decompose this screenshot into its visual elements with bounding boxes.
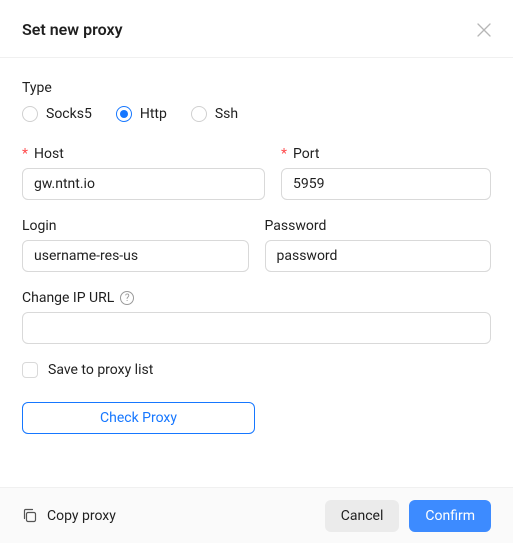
password-input[interactable] — [265, 240, 492, 272]
radio-ssh[interactable]: Ssh — [191, 106, 238, 122]
radio-indicator — [116, 106, 132, 122]
radio-http[interactable]: Http — [116, 106, 167, 122]
close-icon — [477, 23, 491, 37]
checkbox-label: Save to proxy list — [48, 362, 153, 378]
port-label: * Port — [281, 146, 491, 162]
dialog-title: Set new proxy — [22, 20, 123, 39]
radio-label: Http — [140, 106, 167, 122]
change-ip-url-label: Change IP URL ? — [22, 290, 491, 306]
cancel-button[interactable]: Cancel — [325, 500, 400, 532]
radio-label: Socks5 — [46, 106, 92, 122]
radio-socks5[interactable]: Socks5 — [22, 106, 92, 122]
radio-indicator — [22, 106, 38, 122]
radio-indicator — [191, 106, 207, 122]
copy-proxy-label: Copy proxy — [47, 508, 116, 524]
required-asterisk: * — [22, 146, 28, 162]
host-input[interactable] — [22, 168, 265, 200]
radio-label: Ssh — [215, 106, 238, 122]
login-input[interactable] — [22, 240, 249, 272]
check-proxy-button[interactable]: Check Proxy — [22, 402, 255, 434]
login-label: Login — [22, 218, 249, 234]
password-label: Password — [265, 218, 492, 234]
port-input[interactable] — [281, 168, 491, 200]
help-icon[interactable]: ? — [120, 291, 134, 305]
close-button[interactable] — [477, 23, 491, 37]
host-label: * Host — [22, 146, 265, 162]
required-asterisk: * — [281, 146, 287, 162]
type-label: Type — [22, 80, 491, 96]
save-to-proxy-list-checkbox[interactable]: Save to proxy list — [22, 362, 491, 378]
change-ip-url-input[interactable] — [22, 312, 491, 344]
checkbox-indicator — [22, 362, 38, 378]
copy-proxy-button[interactable]: Copy proxy — [22, 508, 116, 524]
confirm-button[interactable]: Confirm — [409, 500, 491, 532]
copy-icon — [22, 508, 37, 523]
type-radio-group: Socks5 Http Ssh — [22, 106, 491, 122]
